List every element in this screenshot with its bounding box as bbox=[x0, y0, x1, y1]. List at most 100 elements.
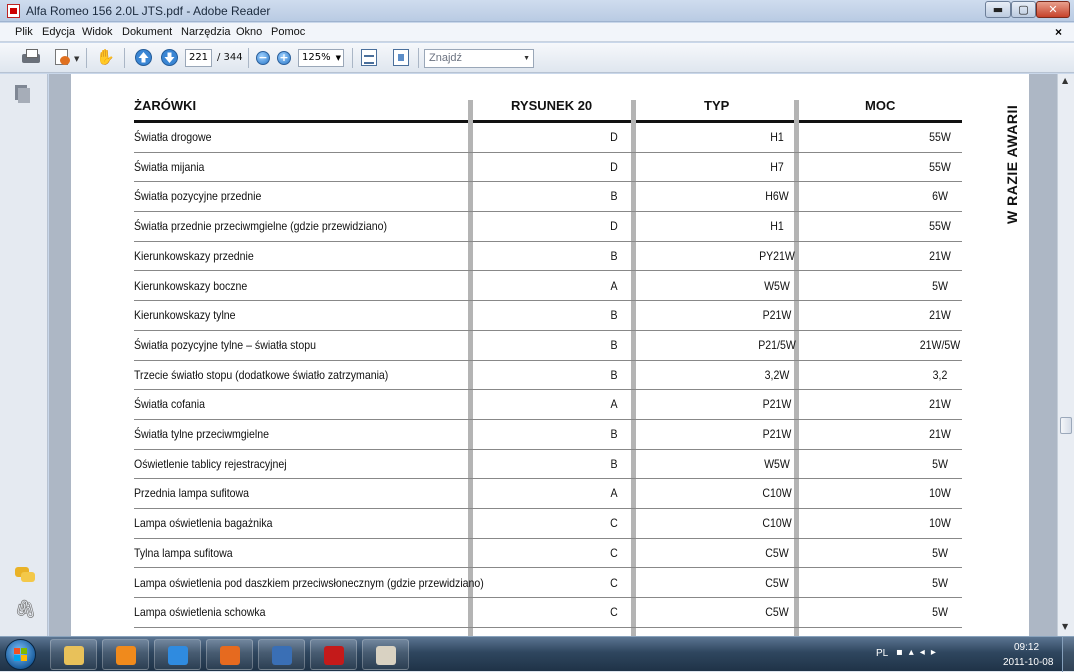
type-cell: H1 bbox=[770, 130, 784, 144]
comments-icon[interactable] bbox=[15, 567, 35, 583]
power-cell: 21W bbox=[929, 427, 951, 441]
previous-page-icon[interactable] bbox=[135, 49, 152, 66]
menu-widok[interactable]: Widok bbox=[82, 26, 113, 38]
bulb-name-cell: Kierunkowskazy tylne bbox=[134, 308, 236, 323]
taskbar-adobe-reader[interactable] bbox=[310, 639, 357, 670]
print-icon[interactable] bbox=[22, 49, 40, 65]
figure-cell: C bbox=[610, 545, 618, 560]
taskbar-media-player[interactable] bbox=[102, 639, 149, 670]
menu-pomoc[interactable]: Pomoc bbox=[271, 26, 305, 38]
language-indicator[interactable]: PL bbox=[876, 648, 888, 659]
zoom-value: 125% bbox=[302, 52, 331, 63]
table-row: Kierunkowskazy przednie B PY21W 21W bbox=[134, 242, 962, 272]
type-cell: 3,2W bbox=[764, 367, 790, 382]
maximize-button[interactable]: ▢ bbox=[1011, 1, 1036, 18]
fit-width-icon[interactable] bbox=[361, 49, 377, 66]
bulb-name-cell: Światła mijania bbox=[134, 159, 205, 174]
bulb-name-cell: Kierunkowskazy boczne bbox=[134, 278, 248, 293]
share-icon[interactable] bbox=[53, 49, 71, 66]
type-cell: C5W bbox=[765, 575, 789, 590]
scroll-down-icon[interactable]: ▼ bbox=[1062, 622, 1068, 631]
taskbar-firefox[interactable] bbox=[206, 639, 253, 670]
power-cell: 3,2 bbox=[932, 367, 948, 382]
table-row: Światła cofania A P21W 21W bbox=[134, 390, 962, 420]
type-cell: PY21W bbox=[759, 248, 795, 263]
toolbar-separator bbox=[418, 48, 419, 68]
bulb-name-cell: Przednia lampa sufitowa bbox=[134, 486, 250, 501]
hand-icon[interactable]: ✋ bbox=[96, 49, 115, 65]
header-power: MOC bbox=[865, 98, 896, 113]
pdf-page: ŻARÓWKI RYSUNEK 20 TYP MOC Światła drogo… bbox=[71, 74, 1029, 636]
menu-okno[interactable]: Okno bbox=[236, 26, 262, 38]
menu-plik[interactable]: Plik bbox=[15, 26, 33, 38]
find-input[interactable]: Znajdź ▼ bbox=[424, 49, 534, 68]
close-button[interactable]: ✕ bbox=[1036, 1, 1070, 18]
table-row: Światła drogowe D H1 55W bbox=[134, 123, 962, 153]
clock-time[interactable]: 09:12 bbox=[1014, 642, 1039, 653]
taskbar-paint[interactable] bbox=[362, 639, 409, 670]
power-cell: 21W bbox=[929, 308, 951, 323]
chevron-down-icon: ▼ bbox=[523, 55, 530, 62]
scroll-up-icon[interactable]: ▲ bbox=[1062, 76, 1068, 85]
bulb-name-cell: Światła cofania bbox=[134, 397, 206, 412]
zoom-in-icon[interactable]: + bbox=[277, 51, 291, 65]
bulb-name-cell: Światła pozycyjne tylne – światła stopu bbox=[134, 337, 316, 352]
fit-page-icon[interactable] bbox=[393, 49, 409, 66]
zoom-select[interactable]: 125% ▼ bbox=[298, 49, 344, 67]
type-cell: H6W bbox=[765, 189, 789, 204]
scroll-thumb[interactable] bbox=[1060, 417, 1072, 434]
pages-icon[interactable] bbox=[15, 85, 31, 103]
taskbar-internet-explorer[interactable] bbox=[154, 639, 201, 670]
page-number-input[interactable]: 221 bbox=[185, 49, 212, 67]
internet-explorer-icon bbox=[168, 646, 188, 665]
type-cell: W5W bbox=[764, 456, 790, 471]
paint-icon bbox=[376, 646, 396, 665]
menu-bar: Plik Edycja Widok Dokument Narzędzia Okn… bbox=[0, 23, 1074, 42]
title-bar[interactable]: Alfa Romeo 156 2.0L JTS.pdf - Adobe Read… bbox=[0, 0, 1074, 22]
document-view[interactable]: ŻARÓWKI RYSUNEK 20 TYP MOC Światła drogo… bbox=[49, 74, 1057, 636]
toolbar-separator bbox=[124, 48, 125, 68]
bulb-name-cell: Kierunkowskazy przednie bbox=[134, 248, 254, 263]
type-cell: P21W bbox=[762, 427, 792, 441]
menu-narzedzia[interactable]: Narzędzia bbox=[181, 26, 231, 38]
figure-cell: C bbox=[610, 605, 618, 620]
bulb-name-cell: Światła pozycyjne przednie bbox=[134, 189, 262, 204]
taskbar-explorer[interactable] bbox=[50, 639, 97, 670]
type-cell: C5W bbox=[765, 545, 789, 560]
table-row: Przednia lampa sufitowa A C10W 10W bbox=[134, 479, 962, 510]
document-close-icon[interactable]: × bbox=[1055, 25, 1062, 39]
vertical-scrollbar[interactable]: ▲ ▼ bbox=[1057, 74, 1074, 636]
adobe-reader-icon bbox=[324, 646, 344, 665]
start-button[interactable] bbox=[5, 639, 36, 670]
zoom-out-icon[interactable]: − bbox=[256, 51, 270, 65]
share-dropdown-icon[interactable]: ▼ bbox=[74, 55, 79, 63]
table-row: Światła tylne przeciwmgielne B P21W 21W bbox=[134, 420, 962, 450]
figure-cell: A bbox=[610, 486, 618, 501]
bulb-name-cell: Tylna lampa sufitowa bbox=[134, 545, 233, 560]
page-total: / 344 bbox=[217, 52, 243, 63]
attachment-icon[interactable]: 🖇 bbox=[14, 599, 37, 620]
toolbar-separator bbox=[86, 48, 87, 68]
navigation-panel: 🖇 bbox=[0, 74, 48, 636]
table-row: Trzecie światło stopu (dodatkowe światło… bbox=[134, 361, 962, 391]
media-player-icon bbox=[116, 646, 136, 665]
header-bulbs: ŻARÓWKI bbox=[134, 98, 197, 113]
window-title: Alfa Romeo 156 2.0L JTS.pdf - Adobe Read… bbox=[26, 4, 271, 18]
minimize-button[interactable]: ▬ bbox=[985, 1, 1011, 18]
figure-cell: B bbox=[610, 337, 618, 352]
menu-edycja[interactable]: Edycja bbox=[42, 26, 75, 38]
toolbar: ▼ ✋ 221 / 344 − + 125% ▼ Znajdź ▼ bbox=[0, 43, 1074, 73]
show-desktop-button[interactable] bbox=[1062, 637, 1074, 672]
find-placeholder: Znajdź bbox=[429, 52, 463, 64]
table-row: Kierunkowskazy boczne A W5W 5W bbox=[134, 272, 962, 302]
toolbar-separator bbox=[248, 48, 249, 68]
taskbar-thunderbird[interactable] bbox=[258, 639, 305, 670]
power-cell: 55W bbox=[929, 219, 951, 234]
pdf-app-icon[interactable] bbox=[7, 4, 20, 18]
menu-dokument[interactable]: Dokument bbox=[122, 26, 172, 38]
power-cell: 21W/5W bbox=[919, 337, 961, 352]
figure-cell: D bbox=[610, 130, 618, 144]
clock-date[interactable]: 2011-10-08 bbox=[1003, 657, 1053, 668]
tray-icons[interactable]: ▪▴◂▸ bbox=[896, 647, 942, 658]
next-page-icon[interactable] bbox=[161, 49, 178, 66]
